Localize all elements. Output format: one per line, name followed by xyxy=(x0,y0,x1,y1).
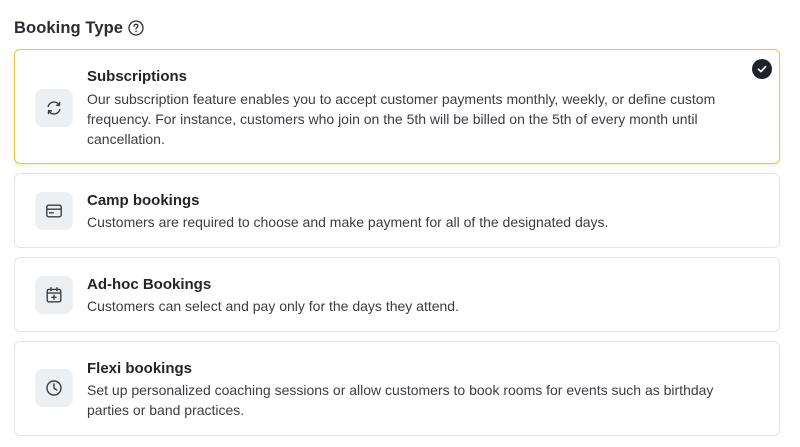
booking-option-flexi[interactable]: Flexi bookings Set up personalized coach… xyxy=(14,341,780,436)
booking-option-description: Our subscription feature enables you to … xyxy=(87,91,716,147)
card-icon xyxy=(35,192,73,230)
booking-option-adhoc[interactable]: Ad-hoc Bookings Customers can select and… xyxy=(14,257,780,332)
clock-icon xyxy=(35,369,73,407)
question-circle-icon[interactable] xyxy=(128,20,144,36)
calendar-plus-icon xyxy=(35,276,73,314)
booking-option-description: Customers can select and pay only for th… xyxy=(87,298,459,314)
booking-option-title: Subscriptions xyxy=(87,68,188,85)
booking-option-title: Flexi bookings xyxy=(87,360,193,377)
section-header: Booking Type xyxy=(14,17,144,39)
booking-option-title: Ad-hoc Bookings xyxy=(87,276,212,293)
section-title: Booking Type xyxy=(14,18,124,37)
booking-option-description: Set up personalized coaching sessions or… xyxy=(87,382,714,418)
refresh-cycle-icon xyxy=(35,89,73,127)
booking-option-camp[interactable]: Camp bookings Customers are required to … xyxy=(14,173,780,248)
booking-option-description: Customers are required to choose and mak… xyxy=(87,214,609,230)
booking-option-subscriptions[interactable]: Subscriptions Our subscription feature e… xyxy=(14,49,780,164)
check-icon xyxy=(752,59,772,79)
booking-type-section: Booking Type Subscriptions Our subscript… xyxy=(0,0,800,447)
booking-option-title: Camp bookings xyxy=(87,192,200,209)
